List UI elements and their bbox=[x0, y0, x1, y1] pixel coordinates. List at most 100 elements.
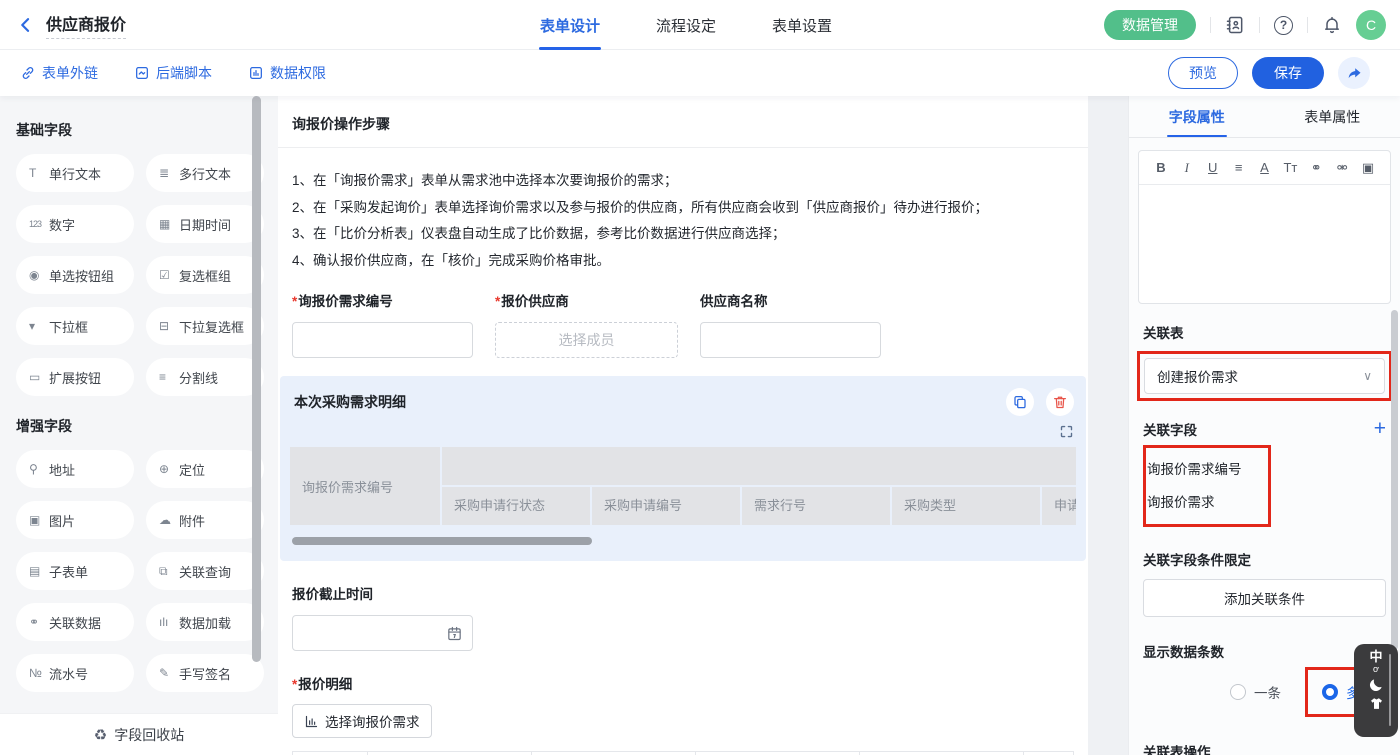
radio-option-one[interactable]: 一条 bbox=[1230, 682, 1281, 702]
field-item-linked-data[interactable]: ⚭关联数据 bbox=[16, 603, 134, 641]
save-button[interactable]: 保存 bbox=[1252, 57, 1324, 89]
field-label-text: 询报价需求编号 bbox=[298, 294, 393, 309]
field-recycle-bin[interactable]: ♻ 字段回收站 bbox=[0, 713, 278, 755]
field-item-checkbox-group[interactable]: ☑复选框组 bbox=[146, 256, 264, 294]
form-external-link-label: 表单外链 bbox=[42, 63, 98, 83]
radio-unselected-icon[interactable] bbox=[1230, 684, 1246, 700]
field-item-signature[interactable]: ✎手写签名 bbox=[146, 654, 264, 692]
field-item-dropdown-multi[interactable]: ⊟下拉复选框 bbox=[146, 307, 264, 345]
copy-icon bbox=[1012, 394, 1028, 410]
align-icon[interactable]: ≡ bbox=[1226, 160, 1252, 175]
field-item-multi-line-text[interactable]: ≣多行文本 bbox=[146, 154, 264, 192]
linked-field-item[interactable]: 询报价需求编号 bbox=[1147, 453, 1267, 486]
field-item-linked-query[interactable]: ⧉关联查询 bbox=[146, 552, 264, 590]
subtable-group-header bbox=[442, 447, 1076, 485]
display-count-options: 一条 多条 bbox=[1143, 667, 1386, 717]
contacts-icon[interactable] bbox=[1225, 15, 1245, 35]
help-icon[interactable]: ? bbox=[1274, 16, 1293, 35]
field-item-label: 流水号 bbox=[49, 664, 88, 683]
required-mark: * bbox=[292, 677, 297, 692]
subtable-horizontal-scrollbar[interactable] bbox=[292, 537, 592, 545]
tab-form-properties[interactable]: 表单属性 bbox=[1265, 96, 1400, 137]
rte-content-area[interactable] bbox=[1139, 185, 1390, 303]
field-item-position[interactable]: ⊕定位 bbox=[146, 450, 264, 488]
field-label: *询报价需求编号 bbox=[292, 290, 473, 310]
subform-icon: ▤ bbox=[29, 564, 49, 578]
dark-mode-moon-icon[interactable] bbox=[1368, 677, 1384, 693]
bell-icon[interactable] bbox=[1322, 15, 1342, 35]
field-item-label: 多行文本 bbox=[179, 164, 231, 183]
quote-table-header: 产品编号 bbox=[860, 751, 1024, 755]
italic-icon[interactable]: I bbox=[1174, 160, 1200, 176]
delete-button[interactable] bbox=[1046, 388, 1074, 416]
header-tabs: 表单设计 流程设定 表单设置 bbox=[540, 0, 832, 50]
linked-table-label: 关联表 bbox=[1143, 322, 1386, 342]
share-button[interactable] bbox=[1338, 57, 1370, 89]
field-item-serial-number[interactable]: №流水号 bbox=[16, 654, 134, 692]
theme-shirt-icon[interactable] bbox=[1369, 696, 1384, 711]
radio-selected-icon[interactable] bbox=[1322, 684, 1338, 700]
font-color-icon[interactable]: A bbox=[1252, 160, 1278, 175]
bold-icon[interactable]: B bbox=[1148, 160, 1174, 175]
supplier-name-input[interactable] bbox=[700, 322, 881, 358]
add-condition-button[interactable]: 添加关联条件 bbox=[1143, 579, 1386, 617]
recycle-icon: ♻ bbox=[94, 726, 107, 744]
location-pin-icon: ⚲ bbox=[29, 462, 49, 476]
field-item-datetime[interactable]: ▦日期时间 bbox=[146, 205, 264, 243]
tab-field-properties[interactable]: 字段属性 bbox=[1129, 96, 1265, 137]
field-item-radio-group[interactable]: ◉单选按钮组 bbox=[16, 256, 134, 294]
add-linked-field-button[interactable]: + bbox=[1374, 420, 1386, 438]
field-item-data-load[interactable]: ılı数据加载 bbox=[146, 603, 264, 641]
top-header: 供应商报价 表单设计 流程设定 表单设置 数据管理 ? C bbox=[0, 0, 1400, 50]
select-member-box[interactable]: 选择成员 bbox=[495, 322, 678, 358]
required-mark: * bbox=[495, 294, 500, 309]
step-line: 4、确认报价供应商，在「核价」完成采购价格审批。 bbox=[292, 248, 1074, 275]
floating-extension-widget[interactable]: 中 ơ bbox=[1354, 644, 1398, 737]
data-permission-label: 数据权限 bbox=[270, 63, 326, 83]
section-title-enhanced-fields: 增强字段 bbox=[16, 416, 264, 436]
expand-icon[interactable] bbox=[1059, 424, 1074, 439]
field-item-number[interactable]: 123数字 bbox=[16, 205, 134, 243]
field-item-extend-button[interactable]: ▭扩展按钮 bbox=[16, 358, 134, 396]
form-external-link[interactable]: 表单外链 bbox=[20, 63, 98, 83]
field-item-attachment[interactable]: ☁附件 bbox=[146, 501, 264, 539]
field-item-dropdown[interactable]: ▾下拉框 bbox=[16, 307, 134, 345]
tab-flow-setting[interactable]: 流程设定 bbox=[656, 0, 716, 50]
data-permission-link[interactable]: 数据权限 bbox=[248, 63, 326, 83]
question-glyph: ? bbox=[1274, 16, 1293, 35]
field-item-subform[interactable]: ▤子表单 bbox=[16, 552, 134, 590]
panel-scrollbar[interactable] bbox=[1391, 310, 1398, 650]
avatar[interactable]: C bbox=[1356, 10, 1386, 40]
subtable-header: 采购申请编号 bbox=[592, 487, 740, 525]
sidebar-scrollbar[interactable] bbox=[252, 96, 261, 662]
select-inquiry-demand-button[interactable]: 选择询报价需求 bbox=[292, 704, 432, 738]
field-item-image[interactable]: ▣图片 bbox=[16, 501, 134, 539]
font-size-icon[interactable]: Tᴛ bbox=[1277, 160, 1303, 175]
data-manage-button[interactable]: 数据管理 bbox=[1104, 10, 1196, 40]
linked-field-item[interactable]: 询报价需求 bbox=[1147, 486, 1267, 519]
chevron-down-icon: ∨ bbox=[1363, 369, 1372, 383]
number-icon: 123 bbox=[29, 219, 49, 229]
translate-icon[interactable]: 中 bbox=[1369, 649, 1382, 664]
tab-form-setting[interactable]: 表单设置 bbox=[772, 0, 832, 50]
backend-script-link[interactable]: 后端脚本 bbox=[134, 63, 212, 83]
display-count-label: 显示数据条数 bbox=[1143, 641, 1386, 661]
unlink-icon[interactable]: ⚮ bbox=[1329, 160, 1355, 176]
demand-number-input[interactable] bbox=[292, 322, 473, 358]
preview-button[interactable]: 预览 bbox=[1168, 57, 1238, 89]
quote-table-header: 采购申请编号 bbox=[532, 751, 696, 755]
deadline-date-input[interactable] bbox=[292, 615, 473, 651]
back-icon[interactable] bbox=[16, 15, 36, 35]
translate-sub-icon: ơ bbox=[1373, 665, 1379, 674]
image-icon[interactable]: ▣ bbox=[1355, 160, 1381, 176]
copy-button[interactable] bbox=[1006, 388, 1034, 416]
field-item-single-line-text[interactable]: T单行文本 bbox=[16, 154, 134, 192]
link-icon[interactable]: ⚭ bbox=[1303, 160, 1329, 176]
field-supplier-name: 供应商名称 bbox=[700, 290, 881, 358]
divider bbox=[1307, 17, 1308, 33]
field-item-divider-line[interactable]: ≡分割线 bbox=[146, 358, 264, 396]
underline-icon[interactable]: U bbox=[1200, 160, 1226, 175]
tab-form-design[interactable]: 表单设计 bbox=[540, 0, 600, 50]
linked-table-select[interactable]: 创建报价需求 ∨ bbox=[1144, 358, 1385, 394]
field-item-address[interactable]: ⚲地址 bbox=[16, 450, 134, 488]
